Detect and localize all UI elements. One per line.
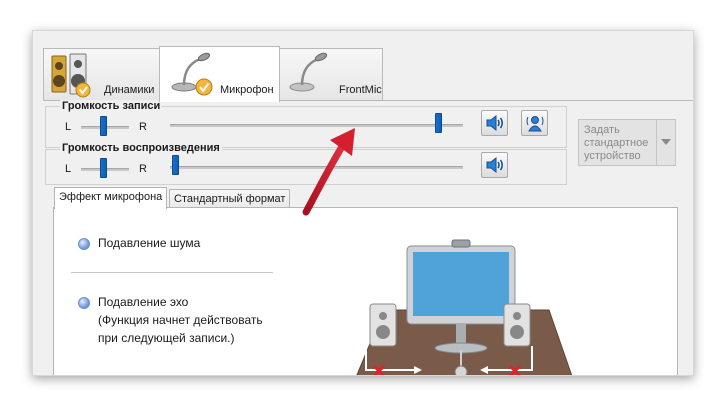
set-default-device-label: Задать стандартное устройство bbox=[584, 124, 649, 162]
tab-microphone[interactable]: Микрофон bbox=[159, 46, 280, 102]
set-default-device-button[interactable]: Задать стандартное устройство bbox=[578, 119, 676, 166]
record-volume-track bbox=[170, 124, 463, 127]
person-microphone-icon bbox=[526, 116, 544, 132]
left-speaker-icon bbox=[369, 303, 397, 347]
playback-volume-title: Громкость воспроизведения bbox=[60, 142, 222, 154]
split-divider bbox=[656, 120, 657, 165]
echo-note-line2: при следующей записи.) bbox=[98, 331, 235, 345]
tab-microphone-label: Микрофон bbox=[220, 84, 274, 96]
tab-frontmic-label: FrontMic bbox=[339, 84, 382, 96]
right-speaker-icon bbox=[503, 303, 531, 347]
microphone-settings-window: Динамики Микрофон FrontMic Громкость зап… bbox=[32, 30, 694, 376]
tab-default-format-label: Стандартный формат bbox=[174, 193, 286, 205]
tab-speakers[interactable]: Динамики bbox=[43, 48, 160, 100]
playback-balance-slider[interactable] bbox=[100, 158, 107, 178]
playback-balance-right-label: R bbox=[139, 163, 147, 175]
microphone-icon bbox=[289, 52, 328, 92]
chevron-down-icon[interactable] bbox=[661, 139, 671, 145]
record-balance-left-label: L bbox=[65, 121, 72, 133]
effects-panel: Подавление шума Подавление эхо (Функция … bbox=[53, 207, 678, 375]
echo-note-line1: (Функция начнет действовать bbox=[98, 313, 263, 327]
speaker-icon bbox=[486, 114, 503, 132]
microphone-icon bbox=[171, 52, 213, 96]
noise-suppression-bullet-icon[interactable] bbox=[78, 238, 90, 250]
playback-volume-track bbox=[170, 166, 463, 169]
tab-frontmic[interactable]: FrontMic bbox=[279, 48, 383, 100]
playback-volume-slider[interactable] bbox=[172, 155, 179, 175]
playback-balance-left-label: L bbox=[65, 163, 72, 175]
speaker-icon bbox=[486, 156, 503, 174]
record-volume-slider[interactable] bbox=[435, 113, 442, 133]
tab-default-format[interactable]: Стандартный формат bbox=[169, 189, 291, 209]
desk-illustration bbox=[356, 239, 573, 375]
microphone-icon bbox=[454, 365, 468, 375]
tab-microphone-effects[interactable]: Эффект микрофона bbox=[54, 187, 168, 209]
speakers-icon bbox=[51, 53, 91, 98]
playback-mute-button[interactable] bbox=[481, 152, 508, 178]
effects-separator bbox=[71, 272, 273, 273]
echo-cancellation-option[interactable]: Подавление эхо bbox=[98, 293, 188, 311]
record-volume-title: Громкость записи bbox=[60, 100, 163, 112]
record-mute-button[interactable] bbox=[481, 110, 508, 136]
tab-speakers-label: Динамики bbox=[104, 84, 155, 96]
tab-microphone-effects-label: Эффект микрофона bbox=[59, 191, 163, 203]
record-balance-right-label: R bbox=[139, 121, 147, 133]
microphone-boost-button[interactable] bbox=[521, 110, 548, 136]
record-balance-slider[interactable] bbox=[100, 116, 107, 136]
noise-suppression-option[interactable]: Подавление шума bbox=[98, 234, 200, 252]
echo-cancellation-bullet-icon[interactable] bbox=[78, 297, 90, 309]
